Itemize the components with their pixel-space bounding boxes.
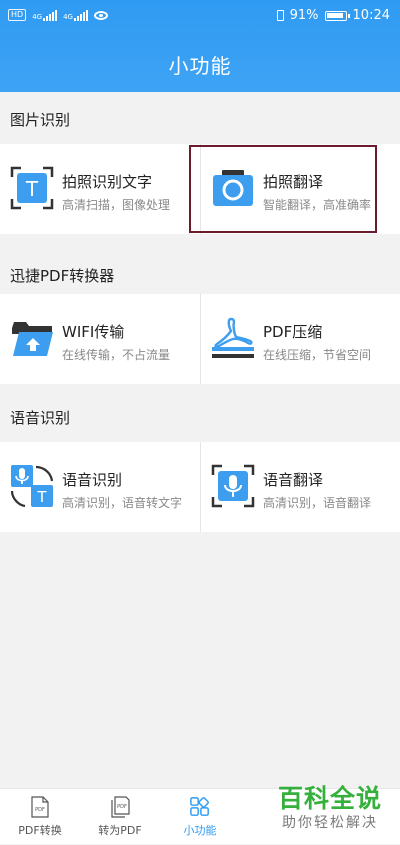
card-title: 语音翻译 — [263, 471, 324, 489]
photo-text-recognition-card[interactable]: T 拍照识别文字 高清扫描，图像处理 — [0, 144, 200, 234]
vibrate-icon — [276, 10, 284, 21]
nav-small-functions[interactable]: 小功能 — [160, 789, 240, 845]
battery-icon — [324, 10, 350, 21]
status-right: 91% 10:24 — [276, 8, 390, 23]
eye-icon — [93, 10, 108, 20]
text-recognition-icon: T — [10, 166, 54, 210]
hd-badge: HD — [8, 9, 27, 21]
camera-icon — [213, 170, 253, 206]
to-pdf-icon: PDF — [111, 796, 130, 818]
nav-label: 转为PDF — [98, 824, 142, 837]
section-title-voice-recognition: 语音识别 — [0, 394, 400, 442]
voice-translate-card[interactable]: 语音翻译 高清识别，语音翻译 — [200, 442, 400, 532]
network-2: 4G — [63, 9, 88, 21]
photo-translate-card[interactable]: 拍照翻译 智能翻译，高准确率 — [200, 144, 400, 234]
section-pdf-converter: WIFI传输 在线传输，不占流量 PDF压缩 在线压缩，节省空间 — [0, 294, 400, 384]
nav-label: 小功能 — [183, 824, 217, 837]
card-desc: 高清扫描，图像处理 — [62, 198, 171, 212]
signal-icon — [43, 9, 58, 21]
svg-text:T: T — [36, 488, 47, 506]
network-1: 4G — [32, 9, 58, 21]
section-title-image-recognition: 图片识别 — [0, 96, 400, 144]
card-desc: 在线传输，不占流量 — [62, 348, 171, 362]
svg-text:PDF: PDF — [117, 804, 127, 810]
card-desc: 高清识别，语音翻译 — [263, 496, 372, 510]
grid-icon — [190, 797, 209, 816]
folder-upload-icon — [12, 322, 53, 356]
section-image-recognition: T 拍照识别文字 高清扫描，图像处理 拍照翻译 智能翻译，高准确率 — [0, 144, 400, 234]
page-title: 小功能 — [168, 54, 232, 78]
card-desc: 高清识别，语音转文字 — [62, 496, 183, 510]
status-left: HD 4G 4G — [8, 9, 108, 21]
battery-percent: 91% — [289, 8, 319, 23]
watermark-logo: 百科全说 助你轻松解决 — [274, 784, 386, 840]
app-header: HD 4G 4G 91% 10:24 小功能 — [0, 0, 400, 92]
card-title: PDF压缩 — [263, 323, 323, 341]
pdf-compress-card[interactable]: PDF压缩 在线压缩，节省空间 — [200, 294, 400, 384]
nav-label: PDF转换 — [18, 824, 62, 837]
wifi-transfer-card[interactable]: WIFI传输 在线传输，不占流量 — [0, 294, 200, 384]
watermark-main: 百科全说 — [277, 784, 382, 813]
pdf-doc-icon: PDF — [31, 796, 49, 818]
pdf-compress-icon — [212, 317, 254, 358]
svg-text:PDF: PDF — [35, 807, 45, 813]
voice-to-text-icon: T — [10, 465, 54, 508]
card-title: 拍照识别文字 — [62, 173, 153, 191]
card-desc: 在线压缩，节省空间 — [263, 348, 372, 362]
nav-to-pdf[interactable]: PDF 转为PDF — [80, 789, 160, 845]
voice-recognition-card[interactable]: T 语音识别 高清识别，语音转文字 — [0, 442, 200, 532]
svg-text:T: T — [25, 177, 39, 201]
card-desc: 智能翻译，高准确率 — [263, 198, 372, 212]
section-voice-recognition: T 语音识别 高清识别，语音转文字 语音翻译 高清识别，语音翻译 — [0, 442, 400, 532]
signal-icon — [73, 9, 88, 21]
status-bar: HD 4G 4G 91% 10:24 — [0, 0, 400, 34]
section-title-pdf-converter: 迅捷PDF转换器 — [0, 252, 400, 300]
clock: 10:24 — [352, 8, 390, 23]
voice-translate-icon — [211, 464, 255, 508]
card-title: 语音识别 — [62, 471, 123, 489]
card-title: WIFI传输 — [62, 323, 125, 341]
watermark-sub: 助你轻松解决 — [282, 815, 378, 831]
nav-pdf-convert[interactable]: PDF PDF转换 — [0, 789, 80, 845]
card-title: 拍照翻译 — [263, 173, 324, 191]
